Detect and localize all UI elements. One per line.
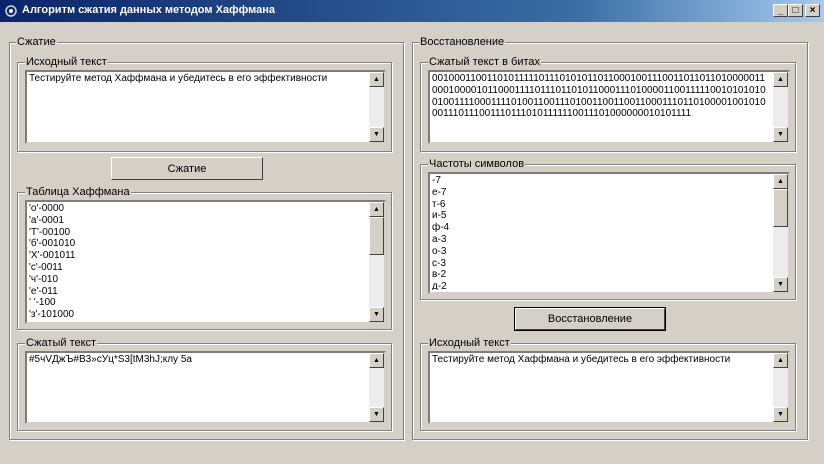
scroll-down-icon[interactable]: ▼ <box>369 307 384 322</box>
list-item[interactable]: а-3 <box>432 234 770 246</box>
restored-text-input[interactable]: Тестируйте метод Хаффмана и убедитесь в … <box>428 351 790 424</box>
maximize-icon: □ <box>792 5 799 16</box>
restore-group-label: Восстановление <box>419 36 506 48</box>
scroll-up-icon[interactable]: ▲ <box>369 353 384 368</box>
restored-text-scrollbar[interactable]: ▲ ▼ <box>773 353 788 422</box>
compress-button[interactable]: Сжатие <box>111 157 263 180</box>
list-item[interactable]: -7 <box>432 175 770 187</box>
list-item[interactable]: ' '-100 <box>29 297 366 309</box>
list-item[interactable]: 'б'-001010 <box>29 238 366 250</box>
scroll-down-icon[interactable]: ▼ <box>369 127 384 142</box>
compressed-text-input[interactable]: #5чVДжЪ#В3»сЎц*S3[tМ3hJ;клу 5а ▲ ▼ <box>25 351 386 424</box>
scroll-up-icon[interactable]: ▲ <box>773 72 788 87</box>
close-icon: × <box>809 5 816 16</box>
huffman-table-items: 'о'-0000'а'-0001 'Т'-00100'б'-001010 'Х'-0… <box>29 203 366 320</box>
restored-text-label: Исходный текст <box>428 337 511 349</box>
maximize-button[interactable]: □ <box>788 4 803 17</box>
list-item[interactable]: о-3 <box>432 246 770 258</box>
minimize-icon: _ <box>777 5 784 16</box>
list-item[interactable]: ф-4 <box>432 222 770 234</box>
frequencies-list[interactable]: -7 е-7 т-6 и-5 ф-4 а-3 о-3 с-3 в-2 д-2 ▲ ▼ <box>428 172 790 294</box>
scroll-down-icon[interactable]: ▼ <box>369 407 384 422</box>
huffman-table-scrollbar[interactable]: ▲ ▼ <box>369 202 384 322</box>
source-text-input[interactable]: Тестируйте метод Хаффмана и убедитесь в … <box>25 70 386 144</box>
list-item[interactable]: 'с'-0011 <box>29 262 366 274</box>
compressed-text-label: Сжатый текст <box>25 337 98 349</box>
frequencies-items: -7 е-7 т-6 и-5 ф-4 а-3 о-3 с-3 в-2 д-2 <box>432 175 770 290</box>
source-text-scrollbar[interactable]: ▲ ▼ <box>369 72 384 142</box>
list-item[interactable]: 'Х'-001011 <box>29 250 366 262</box>
list-item[interactable]: 'о'-0000 <box>29 203 366 215</box>
window-title: Алгоритм сжатия данных методом Хаффмана <box>22 4 276 16</box>
scroll-thumb[interactable] <box>773 189 788 227</box>
restore-button[interactable]: Восстановление <box>514 307 666 331</box>
scroll-down-icon[interactable]: ▼ <box>773 277 788 292</box>
scroll-down-icon[interactable]: ▼ <box>773 127 788 142</box>
app-icon <box>5 5 17 17</box>
scroll-up-icon[interactable]: ▲ <box>773 353 788 368</box>
list-item[interactable]: в-2 <box>432 269 770 281</box>
list-item[interactable]: т-6 <box>432 199 770 211</box>
scroll-up-icon[interactable]: ▲ <box>369 72 384 87</box>
bits-text-input[interactable]: 0010001100110101111101110101011011000100… <box>428 70 790 144</box>
restored-text-value: Тестируйте метод Хаффмана и убедитесь в … <box>432 354 731 365</box>
list-item[interactable]: 'ч'-010 <box>29 274 366 286</box>
list-item[interactable]: 'Т'-00100 <box>29 227 366 239</box>
list-item[interactable]: е-7 <box>432 187 770 199</box>
list-item[interactable]: с-3 <box>432 258 770 270</box>
bits-text-scrollbar[interactable]: ▲ ▼ <box>773 72 788 142</box>
bits-text-value: 0010001100110101111101110101011011000100… <box>432 73 766 120</box>
scroll-up-icon[interactable]: ▲ <box>773 174 788 189</box>
title-bar[interactable]: Алгоритм сжатия данных методом Хаффмана … <box>0 0 824 22</box>
scroll-down-icon[interactable]: ▼ <box>773 407 788 422</box>
compressed-text-value: #5чVДжЪ#В3»сЎц*S3[tМ3hJ;клу 5а <box>29 354 192 365</box>
compressed-text-scrollbar[interactable]: ▲ ▼ <box>369 353 384 422</box>
close-button[interactable]: × <box>805 4 820 17</box>
list-item[interactable]: и-5 <box>432 210 770 222</box>
scroll-thumb[interactable] <box>369 217 384 255</box>
huffman-table-label: Таблица Хаффмана <box>25 186 131 198</box>
minimize-button[interactable]: _ <box>773 4 788 17</box>
source-text-label: Исходный текст <box>25 56 108 68</box>
bits-label: Сжатый текст в битах <box>428 56 542 68</box>
compression-group-label: Сжатие <box>16 36 57 48</box>
list-item[interactable]: д-2 <box>432 281 770 290</box>
source-text-value: Тестируйте метод Хаффмана и убедитесь в … <box>29 73 328 84</box>
scroll-up-icon[interactable]: ▲ <box>369 202 384 217</box>
list-item[interactable]: 'е'-011 <box>29 286 366 298</box>
frequencies-scrollbar[interactable]: ▲ ▼ <box>773 174 788 292</box>
huffman-table-list[interactable]: 'о'-0000'а'-0001 'Т'-00100'б'-001010 'Х'-0… <box>25 200 386 324</box>
list-item[interactable]: 'з'-101000 <box>29 309 366 320</box>
frequencies-label: Частоты символов <box>428 158 526 170</box>
list-item[interactable]: 'а'-0001 <box>29 215 366 227</box>
